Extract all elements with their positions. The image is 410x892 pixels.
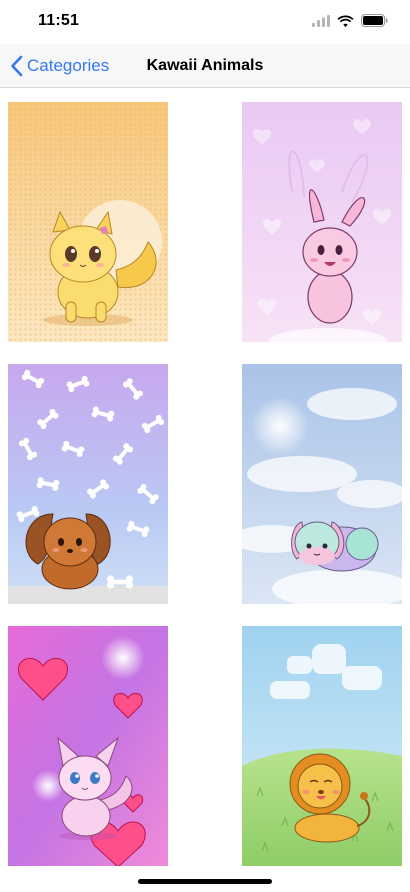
image-grid — [0, 88, 410, 868]
image-tile-lion-cub[interactable] — [242, 626, 402, 866]
brown-puppy-illustration — [8, 364, 168, 604]
pink-kitten-illustration — [8, 626, 168, 866]
image-tile-brown-puppy[interactable] — [8, 364, 168, 604]
cellular-signal-icon — [312, 14, 330, 27]
navigation-bar: Categories Kawaii Animals — [0, 44, 410, 88]
page-title: Kawaii Animals — [146, 57, 264, 74]
image-tile-pastel-puppy[interactable] — [242, 364, 402, 604]
page-title-wrap: Kawaii Animals — [0, 57, 410, 75]
status-bar: 11:51 — [0, 0, 410, 44]
image-tile-pink-bunny[interactable] — [242, 102, 402, 342]
battery-icon — [361, 14, 388, 27]
image-tile-pink-kitten[interactable] — [8, 626, 168, 866]
home-indicator[interactable] — [138, 879, 272, 884]
lion-cub-illustration — [242, 626, 402, 866]
wifi-icon — [337, 15, 354, 27]
status-icons — [312, 14, 388, 27]
status-time: 11:51 — [38, 12, 80, 29]
pink-bunny-illustration — [242, 102, 402, 342]
pastel-puppy-illustration — [242, 364, 402, 604]
image-tile-yellow-fox[interactable] — [8, 102, 168, 342]
yellow-fox-illustration — [8, 102, 168, 342]
